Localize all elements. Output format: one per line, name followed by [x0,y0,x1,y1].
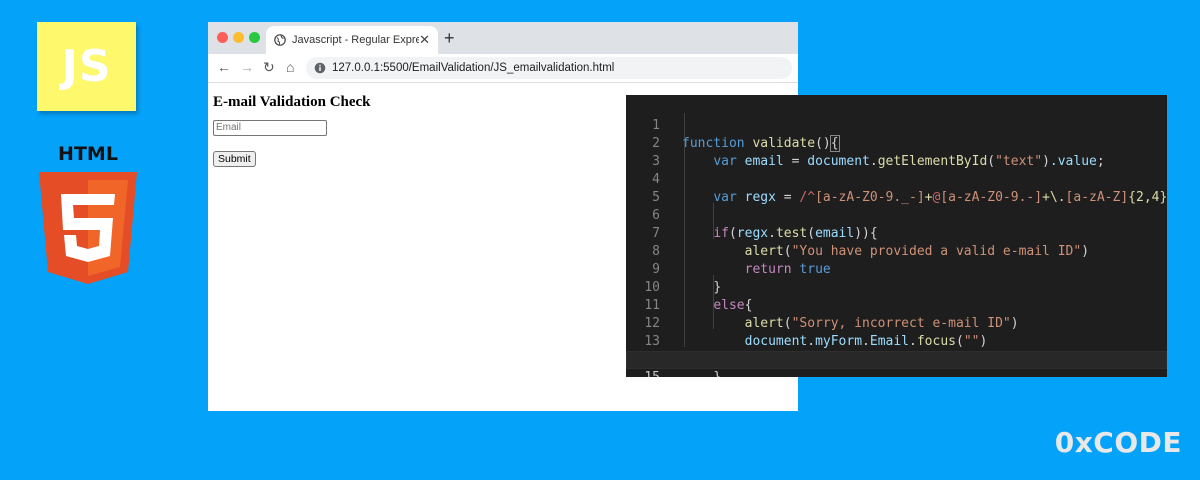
url-text: 127.0.0.1:5500/EmailValidation/JS_emailv… [332,62,615,74]
arrow-right-icon[interactable]: → [240,59,254,75]
arrow-left-icon[interactable]: ← [217,59,231,75]
email-input[interactable] [213,120,327,136]
code-line[interactable]: 10 else{ [626,261,1167,313]
close-window-button[interactable] [217,32,228,43]
brand-watermark: 0xCODE [1054,426,1182,459]
reload-icon[interactable]: ↻ [263,59,275,76]
code-editor: 1 function validate(){ 2 var email = doc… [626,95,1167,377]
maximize-window-button[interactable] [249,32,260,43]
code-line[interactable]: 14 } [626,333,1167,377]
javascript-logo-text: JS [61,41,112,92]
code-line[interactable]: 5 [626,171,1167,205]
code-line[interactable]: 9 } [626,243,1167,295]
code-line[interactable]: 7 alert("You have provided a valid e-mai… [626,207,1167,259]
tab-title: Javascript - Regular Expressio [292,34,420,46]
code-line[interactable]: 3 [626,135,1167,169]
code-line[interactable]: 1 function validate(){ [626,99,1167,152]
code-line[interactable]: 12 document.myForm.Email.focus("") [626,297,1167,349]
site-info-icon[interactable] [314,62,326,74]
code-line[interactable]: 8 return true [626,225,1167,277]
code-line[interactable]: 6 if(regx.test(email)){ [626,189,1167,241]
code-line-current[interactable]: 15 } [626,351,1167,377]
close-tab-icon[interactable]: ✕ [419,32,430,48]
line-number: 15 [626,369,660,377]
code-line[interactable]: 2 var email = document.getElementById("t… [626,117,1167,169]
code-line[interactable]: 4 var regx = /^[a-zA-Z0-9._-]+@[a-zA-Z0-… [626,153,1167,205]
javascript-logo: JS [37,22,136,111]
browser-tab[interactable]: Javascript - Regular Expressio ✕ [266,26,438,54]
new-tab-icon[interactable]: + [444,28,455,49]
submit-button[interactable]: Submit [213,151,256,167]
html5-shield-icon: 5 [39,172,137,284]
html-logo-text: HTML [58,143,118,165]
address-bar[interactable]: 127.0.0.1:5500/EmailValidation/JS_emailv… [306,57,792,79]
tab-bar: Javascript - Regular Expressio ✕ + [208,22,798,54]
home-icon[interactable]: ⌂ [286,59,294,75]
minimize-window-button[interactable] [233,32,244,43]
globe-icon [274,34,286,46]
browser-toolbar: ← → ↻ ⌂ 127.0.0.1:5500/EmailValidation/J… [208,54,798,83]
code-line[interactable]: 13 return false; [626,315,1167,367]
code-token: } [713,370,721,377]
code-line[interactable]: 11 alert("Sorry, incorrect e-mail ID") [626,279,1167,331]
